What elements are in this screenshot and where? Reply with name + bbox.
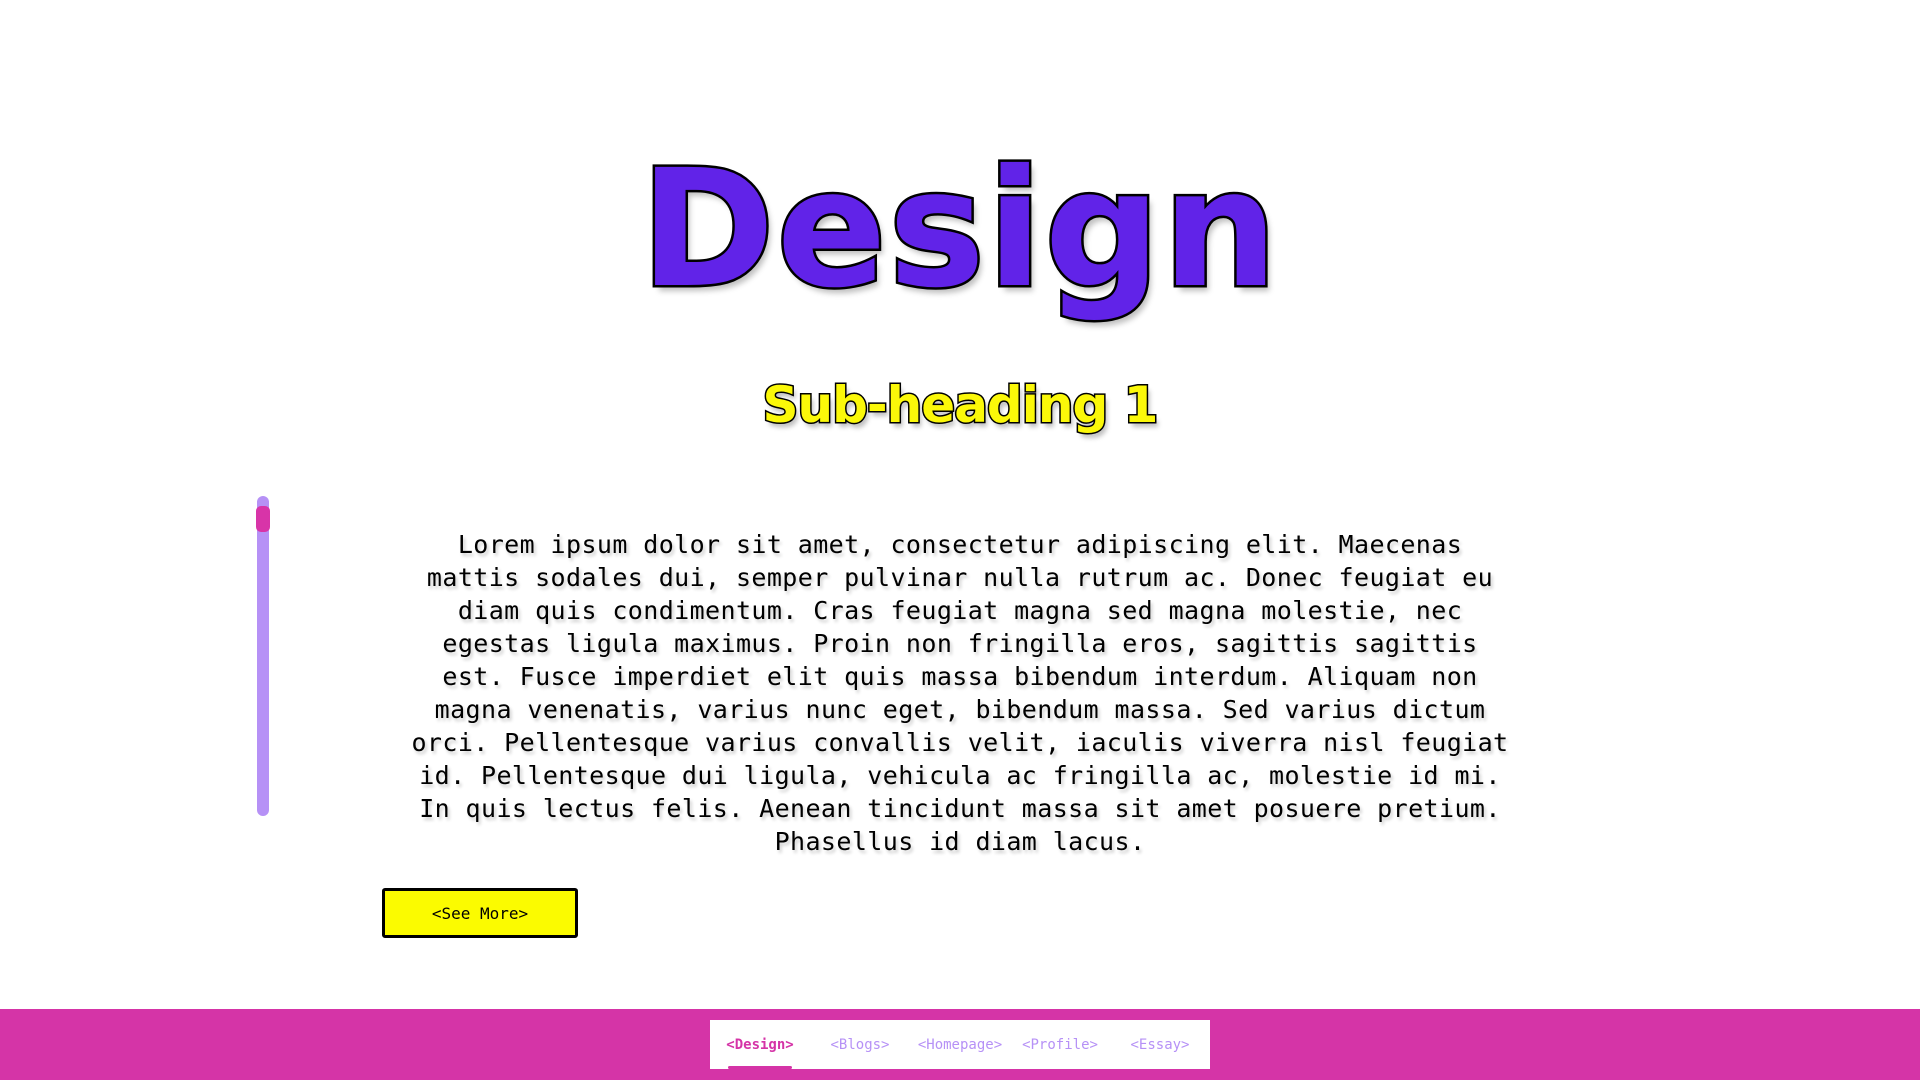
nav-item-profile[interactable]: <Profile> bbox=[1010, 1020, 1110, 1069]
nav-item-essay[interactable]: <Essay> bbox=[1110, 1020, 1210, 1069]
page-title: Design bbox=[638, 135, 1281, 324]
bottom-nav: <Design> <Blogs> <Homepage> <Profile> <E… bbox=[710, 1020, 1210, 1069]
vertical-scrollbar-thumb[interactable] bbox=[256, 506, 270, 532]
nav-active-indicator bbox=[728, 1066, 792, 1069]
vertical-scrollbar-track[interactable] bbox=[257, 496, 269, 816]
see-more-button[interactable]: <See More> bbox=[382, 888, 578, 938]
nav-item-homepage[interactable]: <Homepage> bbox=[910, 1020, 1010, 1069]
nav-item-design[interactable]: <Design> bbox=[710, 1020, 810, 1069]
nav-item-blogs[interactable]: <Blogs> bbox=[810, 1020, 910, 1069]
body-paragraph: Lorem ipsum dolor sit amet, consectetur … bbox=[411, 530, 1509, 856]
sub-heading: Sub-heading 1 bbox=[761, 375, 1160, 434]
